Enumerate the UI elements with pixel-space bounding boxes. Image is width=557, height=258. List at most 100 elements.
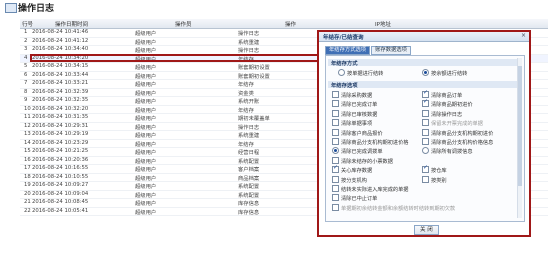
- row-datetime: 2016-08-24 10:05:41: [32, 207, 89, 214]
- row-operator: 超级用户: [135, 141, 157, 148]
- row-datetime: 2016-08-24 10:33:44: [32, 71, 89, 78]
- row-operator: 超级用户: [135, 184, 157, 190]
- close-button[interactable]: 关 闭: [414, 225, 439, 235]
- row-datetime: 2016-08-24 10:21:25: [32, 148, 89, 154]
- row-number: 17: [24, 165, 31, 171]
- row-datetime: 2016-08-24 10:32:20: [32, 105, 89, 112]
- row-action: 操作日志: [238, 31, 260, 37]
- option-item[interactable]: 按分支机构: [332, 175, 367, 184]
- section-mode: 年结存方式: [328, 59, 520, 67]
- mode-by-document[interactable]: 按单据进行结转: [338, 69, 383, 77]
- row-operator: 超级用户: [135, 65, 157, 71]
- option-item[interactable]: 清除商品分支机构期初进价: [422, 128, 493, 137]
- dialog-title-bar[interactable]: 年结存/已结查询 ×: [319, 32, 529, 42]
- row-datetime: 2016-08-24 10:09:27: [32, 182, 89, 188]
- row-datetime: 2016-08-24 10:23:29: [32, 139, 89, 146]
- row-number: 2: [24, 37, 28, 44]
- tab-year-end-mode[interactable]: 年结存方式选项: [325, 46, 371, 55]
- dialog-tabs: 年结存方式选项 账存数据选项: [325, 46, 412, 55]
- row-number: 3: [24, 46, 28, 52]
- option-label: 清除已完成订单: [341, 102, 378, 109]
- row-datetime: 2016-08-24 10:33:21: [32, 80, 89, 86]
- row-number: 5: [24, 63, 28, 69]
- checkbox-icon: [422, 119, 429, 127]
- page-title: 操作日志: [18, 4, 55, 14]
- row-datetime: 2016-08-24 10:29:19: [32, 131, 89, 137]
- row-operator: 超级用户: [135, 82, 157, 88]
- row-action: 客户档案: [238, 167, 260, 173]
- row-operator: 超级用户: [135, 133, 157, 139]
- grid-header: 行号 操作日期时间 操作员 操作 IP地址: [20, 19, 548, 29]
- option-item[interactable]: 保留未开票完成的单据: [422, 119, 483, 127]
- option-item[interactable]: 清除所有调拨信息: [422, 147, 473, 155]
- options-scrollbar[interactable]: [517, 58, 522, 218]
- option-label: 清除商品分支机构期初进价格: [341, 140, 409, 146]
- option-label: 清除已中止订单: [341, 196, 378, 203]
- row-action: 系统配置: [238, 158, 260, 165]
- col-header-action[interactable]: 操作: [285, 20, 296, 28]
- option-item[interactable]: 清除商品期初进价: [422, 98, 473, 108]
- row-action: 系统重建: [238, 133, 260, 139]
- scroll-thumb[interactable]: [518, 66, 522, 186]
- row-operator: 超级用户: [135, 124, 157, 131]
- row-datetime: 2016-08-24 10:34:40: [32, 46, 89, 52]
- row-number: 22: [24, 207, 31, 214]
- option-label: 清除已完成调拨单: [341, 149, 383, 156]
- close-icon[interactable]: ×: [521, 32, 526, 39]
- option-item[interactable]: 按仓库: [422, 164, 447, 174]
- option-item[interactable]: 清除已完成调拨单: [332, 147, 383, 155]
- row-datetime: 2016-08-24 10:10:55: [32, 173, 89, 180]
- row-operator: 超级用户: [135, 99, 157, 105]
- option-item[interactable]: 清除已审核数据: [332, 109, 378, 118]
- option-item[interactable]: 关心库存数据: [332, 164, 373, 175]
- row-action: 经营日程: [238, 150, 260, 156]
- row-number: 11: [24, 114, 31, 120]
- row-operator: 超级用户: [135, 158, 157, 165]
- option-item[interactable]: 单据期初余结转金额和余额结转时结转到期初欠款: [332, 203, 455, 212]
- row-action: 资金类: [238, 90, 254, 97]
- col-header-ip[interactable]: IP地址: [375, 20, 391, 28]
- row-action: 系统配置: [238, 192, 260, 199]
- option-label: 清除已审核数据: [341, 111, 378, 118]
- row-number: 10: [24, 105, 31, 112]
- row-action: 期初未覆盖单: [238, 116, 270, 122]
- col-header-datetime[interactable]: 操作日期时间: [55, 20, 88, 28]
- option-item[interactable]: 清除单据事项: [332, 119, 372, 127]
- option-item[interactable]: 清除客户商品报价: [332, 128, 383, 137]
- option-label: 清除单据事项: [341, 121, 373, 128]
- option-item[interactable]: 清除商品分支机构价格信息: [422, 138, 493, 146]
- row-operator: 超级用户: [135, 31, 157, 37]
- option-item[interactable]: 结转未实际进入库完成的单据: [332, 185, 408, 193]
- option-item[interactable]: 清除已中止订单: [332, 194, 377, 202]
- title-bar: 操作日志: [0, 0, 557, 14]
- row-datetime: 2016-08-24 10:34:15: [32, 63, 89, 69]
- option-item[interactable]: 清除操作日志: [422, 109, 462, 118]
- option-item[interactable]: 清除已完成订单: [332, 100, 377, 108]
- row-number: 21: [24, 199, 31, 205]
- checkbox-icon: [422, 128, 429, 136]
- row-number: 4: [24, 54, 28, 61]
- checkbox-icon: [422, 98, 429, 108]
- checkbox-icon: [332, 175, 339, 183]
- mode-by-balance[interactable]: 按余额进行结转: [422, 69, 467, 77]
- option-label: 清除客户商品报价: [341, 130, 383, 137]
- row-operator: 超级用户: [135, 192, 157, 199]
- row-action: 年结存: [238, 107, 254, 114]
- option-item[interactable]: 清除未结存的小票数据: [332, 156, 393, 165]
- col-header-operator[interactable]: 操作员: [175, 20, 192, 28]
- tab-stock-data[interactable]: 账存数据选项: [371, 46, 411, 55]
- section-mode-label: 年结存方式: [331, 61, 358, 67]
- options-panel: 年结存方式 按单据进行结转 按余额进行结转 年结存选项 清除采购数据 清除商品订单…: [325, 55, 525, 222]
- checkbox-icon: [332, 119, 339, 127]
- section-options-label: 年结存选项: [331, 83, 358, 89]
- option-label: 清除商品分支机构价格信息: [431, 140, 494, 146]
- option-item[interactable]: 清除商品分支机构期初进价格: [332, 138, 408, 146]
- checkbox-icon: [332, 128, 339, 136]
- option-item[interactable]: 清除采购数据: [332, 91, 372, 99]
- row-number: 1: [24, 29, 28, 35]
- col-header-rownum[interactable]: 行号: [22, 20, 33, 28]
- option-label: 关心库存数据: [341, 168, 373, 175]
- option-item[interactable]: 按类别: [422, 175, 447, 184]
- option-label: 按类别: [431, 177, 447, 184]
- option-label: 按分支机构: [341, 177, 367, 184]
